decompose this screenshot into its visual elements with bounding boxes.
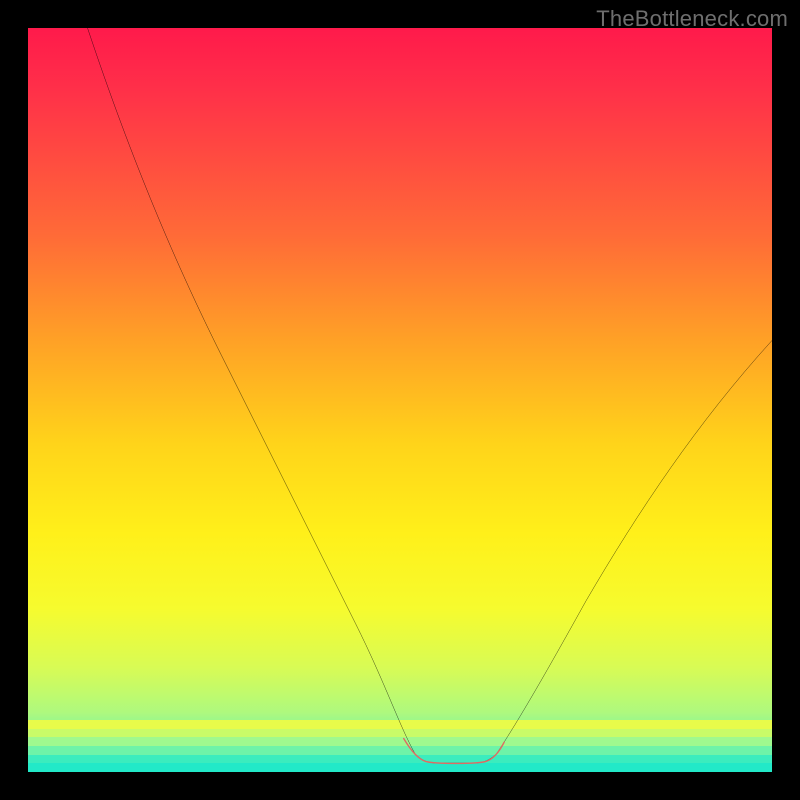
curve-path bbox=[88, 28, 772, 763]
bottleneck-curve bbox=[28, 28, 772, 772]
chart-frame: TheBottleneck.com bbox=[0, 0, 800, 800]
curve-bottom-highlight bbox=[404, 739, 504, 764]
watermark-text: TheBottleneck.com bbox=[596, 6, 788, 32]
plot-area bbox=[28, 28, 772, 772]
